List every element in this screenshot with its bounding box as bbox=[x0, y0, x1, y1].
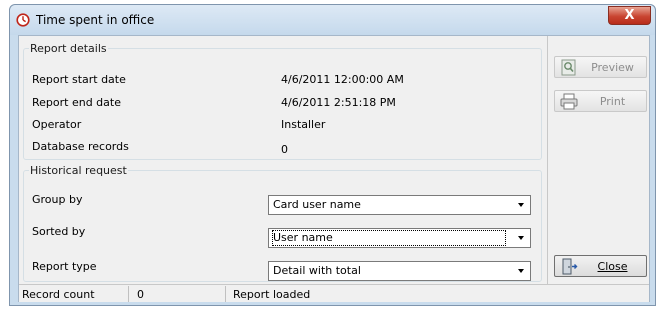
report-end-date-label: Report end date bbox=[32, 96, 121, 109]
record-count-label: Record count bbox=[22, 288, 95, 301]
chevron-down-icon[interactable] bbox=[512, 229, 530, 247]
report-window: Time spent in office X Report details Re… bbox=[9, 4, 656, 306]
preview-button[interactable]: Preview bbox=[554, 56, 647, 78]
clock-icon bbox=[16, 13, 30, 27]
report-start-date-label: Report start date bbox=[32, 73, 126, 86]
operator-label: Operator bbox=[32, 118, 82, 131]
sorted-by-label: Sorted by bbox=[32, 225, 86, 238]
status-bar: Record count 0 Report loaded bbox=[19, 284, 649, 302]
historical-request-group: Historical request Group by Card user na… bbox=[23, 164, 542, 282]
print-label: Print bbox=[599, 95, 626, 108]
chevron-down-icon[interactable] bbox=[512, 196, 530, 214]
status-message: Report loaded bbox=[233, 288, 311, 301]
database-records-label: Database records bbox=[32, 140, 129, 153]
operator-value: Installer bbox=[281, 118, 326, 131]
exit-door-icon bbox=[562, 258, 578, 275]
database-records-value: 0 bbox=[281, 143, 288, 156]
window-close-button[interactable]: X bbox=[608, 6, 651, 25]
report-type-value: Detail with total bbox=[273, 264, 361, 277]
title-bar[interactable]: Time spent in office X bbox=[10, 5, 655, 35]
group-by-select[interactable]: Card user name bbox=[268, 195, 531, 215]
status-divider bbox=[225, 286, 226, 302]
report-end-date-value: 4/6/2011 2:51:18 PM bbox=[281, 96, 396, 109]
record-count-value: 0 bbox=[137, 288, 144, 301]
close-button[interactable]: Close bbox=[554, 255, 647, 277]
printer-icon bbox=[560, 93, 578, 110]
preview-label: Preview bbox=[591, 61, 634, 74]
sorted-by-value: User name bbox=[272, 230, 506, 246]
report-type-select[interactable]: Detail with total bbox=[268, 261, 531, 281]
group-by-value: Card user name bbox=[273, 198, 361, 211]
report-type-label: Report type bbox=[32, 260, 97, 273]
sorted-by-select[interactable]: User name bbox=[268, 228, 531, 248]
preview-icon bbox=[561, 59, 576, 76]
report-start-date-value: 4/6/2011 12:00:00 AM bbox=[281, 73, 404, 86]
close-label: Close bbox=[597, 260, 628, 273]
left-panel: Report details Report start date 4/6/201… bbox=[23, 42, 542, 282]
window-title: Time spent in office bbox=[36, 13, 155, 27]
historical-request-legend: Historical request bbox=[30, 164, 127, 177]
chevron-down-icon[interactable] bbox=[512, 262, 530, 280]
report-details-legend: Report details bbox=[30, 42, 107, 55]
group-by-label: Group by bbox=[32, 193, 83, 206]
report-details-group: Report details Report start date 4/6/201… bbox=[23, 42, 542, 160]
action-panel: Preview Print Close bbox=[547, 36, 650, 284]
status-divider bbox=[128, 286, 129, 302]
print-button[interactable]: Print bbox=[554, 90, 647, 112]
window-client-area: Report details Report start date 4/6/201… bbox=[18, 35, 650, 302]
